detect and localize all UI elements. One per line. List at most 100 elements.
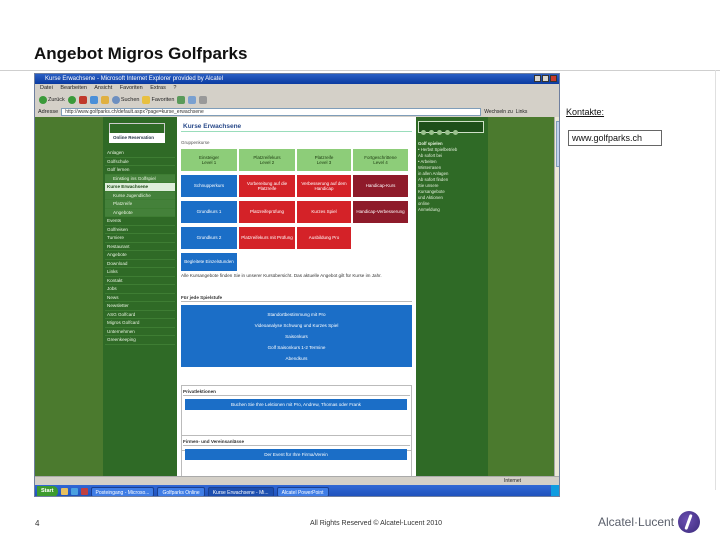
nav-item[interactable]: Angebote bbox=[105, 208, 175, 217]
nav-item[interactable]: Greenkeeping bbox=[105, 336, 175, 345]
taskbar: Start Posteingang - Microso... Golfparks… bbox=[35, 485, 559, 496]
menu-file[interactable]: Datei bbox=[40, 85, 53, 91]
group-courses-label: Gruppenkurse bbox=[181, 140, 210, 145]
quicklaunch-icon[interactable] bbox=[70, 488, 78, 495]
logo-text: Alcatel·Lucent bbox=[598, 515, 675, 529]
go-button[interactable]: Wechseln zu bbox=[484, 109, 513, 115]
course-cell[interactable]: Kurzes Spiel bbox=[297, 201, 351, 223]
quicklaunch-icon[interactable] bbox=[80, 488, 88, 495]
company-logo: Alcatel·Lucent bbox=[598, 511, 701, 533]
nav-item[interactable]: Kurse Erwachsene bbox=[105, 183, 175, 192]
course-cell[interactable]: Verbesserung auf dem Handicap bbox=[297, 175, 351, 197]
favorites-label: Favoriten bbox=[151, 96, 175, 103]
menu-bar: Datei Bearbeiten Ansicht Favoriten Extra… bbox=[35, 84, 559, 93]
print-icon[interactable] bbox=[199, 95, 208, 104]
level-3-cell[interactable]: Platzreife Level 3 bbox=[297, 149, 351, 171]
nav-item[interactable]: News bbox=[105, 294, 175, 302]
private-lessons-link[interactable]: Buchen Sie Ihre Lektionen mit Pro, Andre… bbox=[185, 399, 407, 410]
course-cell[interactable]: Grundkurs 1 bbox=[181, 201, 237, 223]
nav-item[interactable]: Jobs bbox=[105, 285, 175, 294]
course-cell[interactable]: Handicap-Verbesserung bbox=[353, 201, 408, 223]
single-lesson-cell[interactable]: Begleitete Einzelstunden bbox=[181, 253, 237, 271]
stop-icon[interactable] bbox=[78, 95, 87, 104]
right-panel-logo bbox=[418, 121, 484, 135]
nav-item[interactable]: Golfschule bbox=[105, 158, 175, 166]
taskbar-item[interactable]: Posteingang - Microso... bbox=[90, 486, 155, 496]
menu-favorites[interactable]: Favoriten bbox=[120, 85, 143, 91]
menu-view[interactable]: Ansicht bbox=[94, 85, 112, 91]
browser-titlebar: Kurse Erwachsene - Microsoft Internet Ex… bbox=[35, 74, 559, 84]
dot-icon bbox=[445, 130, 450, 135]
nav-item[interactable]: Kurse Jugendliche bbox=[105, 191, 175, 200]
nav-item[interactable]: Golfreisen bbox=[105, 226, 175, 234]
right-panel-text: Golf spielen • Herbst Spielbetrieb Ab so… bbox=[418, 141, 484, 213]
right-panel-line: Anmeldung bbox=[418, 207, 440, 212]
address-input[interactable]: http://www.golfparks.ch/default.aspx?pag… bbox=[61, 107, 482, 116]
menu-tools[interactable]: Extras bbox=[150, 85, 166, 91]
nav-item[interactable]: ASG Golfcard bbox=[105, 311, 175, 319]
section-course-link[interactable]: Standortbestimmung mit Pro bbox=[181, 309, 412, 320]
nav-item[interactable]: Platzreife bbox=[105, 200, 175, 209]
website-link[interactable]: www.golfparks.ch bbox=[568, 130, 662, 146]
level-2-cell[interactable]: Platzreifekurs Level 2 bbox=[239, 149, 295, 171]
vertical-scrollbar[interactable] bbox=[554, 117, 559, 476]
level-1-cell[interactable]: Einsteiger Level 1 bbox=[181, 149, 237, 171]
scroll-thumb[interactable] bbox=[556, 121, 559, 167]
links-button[interactable]: Links bbox=[516, 109, 528, 115]
section-course-link[interactable]: Saisonkurs bbox=[181, 331, 412, 342]
events-link[interactable]: Der Event für Ihre Firma/Verein bbox=[185, 449, 407, 460]
start-button[interactable]: Start bbox=[37, 486, 58, 496]
main-heading: Kurse Erwachsene bbox=[183, 123, 242, 130]
nav-item[interactable]: Anlagen bbox=[105, 149, 175, 158]
section-course-link[interactable]: Videoanalyse Schwung und Kurzes Spiel bbox=[181, 320, 412, 331]
menu-help[interactable]: ? bbox=[173, 85, 176, 91]
slide: Angebot Migros Golfparks Kurse Erwachsen… bbox=[0, 0, 720, 540]
favorites-button[interactable]: Favoriten bbox=[142, 95, 174, 104]
back-label: Zurück bbox=[48, 96, 65, 103]
course-note: Alle Kursangebote finden Sie in unserer … bbox=[181, 273, 382, 278]
nav-item[interactable]: Kontakt bbox=[105, 277, 175, 285]
site-main: Kurse Erwachsene Gruppenkurse Einsteiger… bbox=[177, 117, 416, 476]
course-cell[interactable]: Schnupperkurs bbox=[181, 175, 237, 197]
quicklaunch-icon[interactable] bbox=[60, 488, 68, 495]
course-cell[interactable]: Grundkurs 2 bbox=[181, 227, 237, 249]
maximize-icon[interactable] bbox=[542, 75, 549, 82]
taskbar-item[interactable]: Kurse Erwachsene - Mi... bbox=[207, 486, 274, 496]
dot-icon bbox=[421, 130, 426, 135]
back-button[interactable]: Zurück bbox=[39, 95, 65, 104]
nav-item[interactable]: Unternehmen bbox=[105, 328, 175, 336]
taskbar-item[interactable]: Golfparks Online bbox=[157, 486, 205, 496]
nav-item[interactable]: Newsletter bbox=[105, 302, 175, 311]
course-cell[interactable]: Ausbildung Pro bbox=[297, 227, 351, 249]
online-reservation-button[interactable]: Online Reservation bbox=[109, 133, 165, 143]
copyright: All Rights Reserved © Alcatel-Lucent 201… bbox=[310, 520, 443, 527]
nav-item[interactable]: Golf lernen bbox=[105, 166, 175, 175]
search-label: Suchen bbox=[120, 96, 140, 103]
nav-item[interactable]: Migros Golfcard bbox=[105, 319, 175, 328]
forward-arrow-icon[interactable] bbox=[67, 95, 76, 104]
course-cell[interactable]: Vorbereitung auf die Platzreife bbox=[239, 175, 295, 197]
nav-item[interactable]: Links bbox=[105, 268, 175, 277]
nav-item[interactable]: Events bbox=[105, 217, 175, 226]
minimize-icon[interactable] bbox=[534, 75, 541, 82]
nav-item[interactable]: Download bbox=[105, 260, 175, 268]
nav-item[interactable]: Einstieg ins Golfspiel bbox=[105, 174, 175, 183]
section-course-link[interactable]: Golf Saisonkurs 1-2 Termine bbox=[181, 342, 412, 353]
nav-item[interactable]: Turniere bbox=[105, 234, 175, 243]
level-4-cell[interactable]: Fortgeschrittene Level 4 bbox=[353, 149, 408, 171]
section-course-link[interactable]: Abendkurs bbox=[181, 353, 412, 364]
home-icon[interactable] bbox=[100, 95, 109, 104]
page-number: 4 bbox=[35, 519, 40, 528]
search-button[interactable]: Suchen bbox=[111, 95, 140, 104]
course-cell[interactable]: Handicap-Kurs bbox=[353, 175, 408, 197]
refresh-icon[interactable] bbox=[89, 95, 98, 104]
course-cell[interactable]: Platzreifekurs mit Prüfung bbox=[239, 227, 295, 249]
history-icon[interactable] bbox=[177, 95, 186, 104]
menu-edit[interactable]: Bearbeiten bbox=[60, 85, 87, 91]
course-cell[interactable]: Platzreifeprüfung bbox=[239, 201, 295, 223]
close-icon[interactable] bbox=[550, 75, 557, 82]
taskbar-item[interactable]: Alcatel PowerPoint bbox=[276, 486, 329, 496]
mail-icon[interactable] bbox=[188, 95, 197, 104]
nav-item[interactable]: Angebote bbox=[105, 251, 175, 260]
nav-item[interactable]: Restaurant bbox=[105, 243, 175, 251]
